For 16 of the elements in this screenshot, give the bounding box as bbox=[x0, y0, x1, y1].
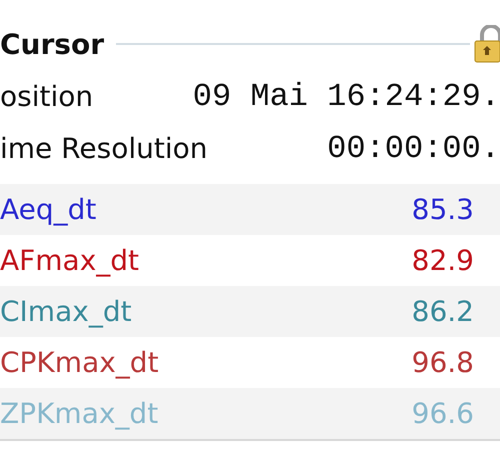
field-value: 09 Mai 16:24:29. bbox=[192, 78, 500, 114]
channel-value: 96.6 bbox=[412, 397, 475, 430]
channel-name: ZPKmax_dt bbox=[0, 397, 158, 430]
section-title: Cursor bbox=[0, 28, 104, 60]
channel-value: 82.9 bbox=[412, 244, 475, 277]
field-label: osition bbox=[0, 80, 94, 112]
lock-icon[interactable] bbox=[474, 25, 500, 63]
channel-value: 96.8 bbox=[412, 346, 475, 379]
channel-name: CPKmax_dt bbox=[0, 346, 159, 379]
field-label: ime Resolution bbox=[0, 132, 208, 164]
channel-name: Aeq_dt bbox=[0, 193, 96, 226]
channel-name: AFmax_dt bbox=[0, 244, 140, 277]
channel-value: 86.2 bbox=[412, 295, 475, 328]
channel-name: CImax_dt bbox=[0, 295, 132, 328]
field-value: 00:00:00. bbox=[327, 130, 500, 166]
channel-value: 85.3 bbox=[412, 193, 475, 226]
